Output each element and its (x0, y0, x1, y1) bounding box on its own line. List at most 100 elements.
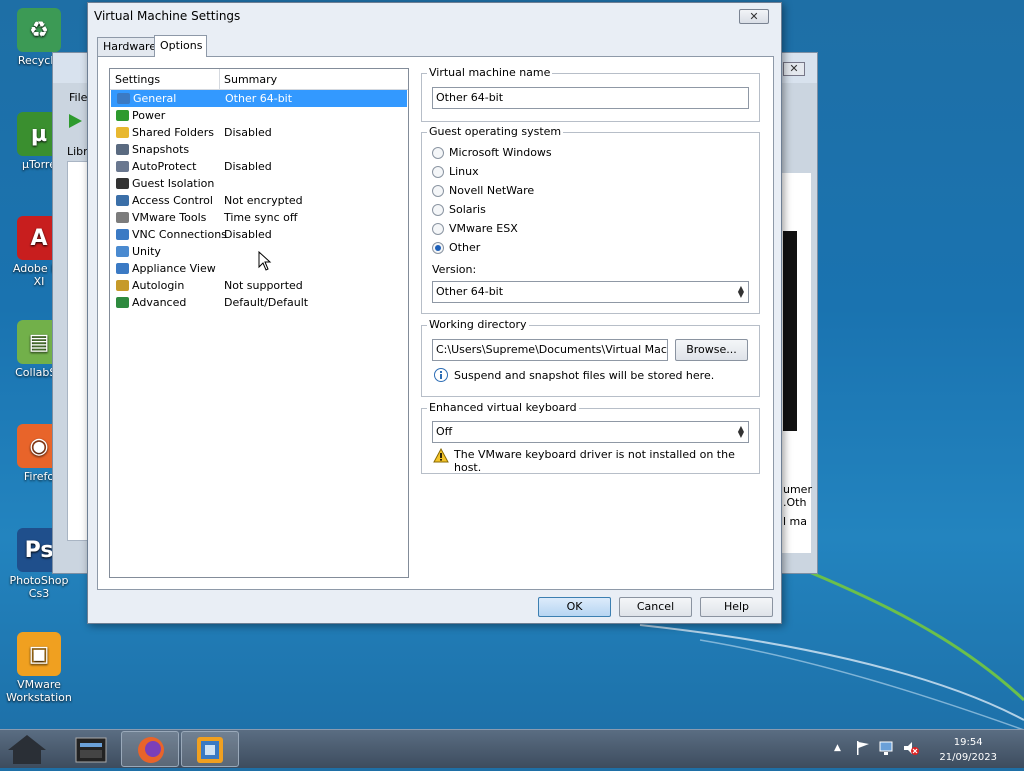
ok-button[interactable]: OK (538, 597, 611, 617)
background-menu-file[interactable]: File (69, 91, 87, 104)
settings-row-summary: Default/Default (224, 296, 309, 309)
settings-row-power[interactable]: Power (110, 107, 408, 124)
volume-muted-icon[interactable] (902, 740, 920, 759)
settings-row-guest-isolation[interactable]: Guest Isolation (110, 175, 408, 192)
settings-row-autologin[interactable]: Autologin Not supported (110, 277, 408, 294)
desktop-icon-7[interactable]: ▣ VMware Workstation (0, 632, 78, 704)
mouse-cursor-icon (258, 251, 272, 271)
settings-list-header: Settings Summary (110, 69, 408, 90)
radio-label: Linux (449, 165, 479, 178)
column-summary[interactable]: Summary (224, 73, 277, 86)
settings-row-summary: Disabled (224, 160, 272, 173)
settings-row-vmware-tools[interactable]: VMware Tools Time sync off (110, 209, 408, 226)
taskbar-firefox-icon[interactable] (121, 731, 179, 767)
cancel-button[interactable]: Cancel (619, 597, 692, 617)
settings-row-name: Power (132, 109, 166, 122)
background-window-close-icon[interactable]: ✕ (783, 62, 805, 76)
desktop-app-icon: ▣ (17, 632, 61, 676)
radio-button-icon[interactable] (432, 223, 444, 235)
background-side-text-2: .Oth (783, 496, 807, 509)
radio-button-icon[interactable] (432, 147, 444, 159)
window-icon (115, 244, 130, 259)
background-side-text-1: umer (783, 483, 812, 496)
settings-row-name: Snapshots (132, 143, 190, 156)
settings-row-snapshots[interactable]: Snapshots (110, 141, 408, 158)
flag-icon[interactable] (855, 740, 871, 759)
taskbar: ▲ 19:54 21/09/2023 (0, 729, 1024, 768)
radio-button-icon[interactable] (432, 185, 444, 197)
vm-name-group: Virtual machine name Other 64-bit (421, 66, 760, 122)
background-preview-box (783, 231, 797, 431)
background-play-icon[interactable] (67, 113, 83, 129)
version-label: Version: (432, 263, 477, 276)
settings-row-summary: Disabled (224, 228, 272, 241)
column-settings[interactable]: Settings (115, 73, 160, 86)
desktop-icon-label: VMware (17, 678, 61, 691)
radio-button-icon[interactable] (432, 204, 444, 216)
settings-list[interactable]: Settings Summary General Other 64-bit Powe… (109, 68, 409, 578)
settings-row-name: Guest Isolation (132, 177, 215, 190)
settings-row-summary: Not encrypted (224, 194, 303, 207)
version-select-value: Other 64-bit (436, 285, 504, 298)
radio-button-icon[interactable] (432, 242, 444, 254)
settings-row-general[interactable]: General Other 64-bit (111, 90, 407, 107)
settings-row-name: Advanced (132, 296, 187, 309)
desktop-app-icon: ♻ (17, 8, 61, 52)
settings-row-autoprotect[interactable]: AutoProtect Disabled (110, 158, 408, 175)
tray-expand-icon[interactable]: ▲ (834, 743, 841, 753)
settings-row-summary: Not supported (224, 279, 303, 292)
warning-icon (433, 447, 449, 463)
settings-row-shared-folders[interactable]: Shared Folders Disabled (110, 124, 408, 141)
desktop-icon-label: Cs3 (28, 587, 50, 600)
settings-row-vnc-connections[interactable]: VNC Connections Disabled (110, 226, 408, 243)
info-icon (434, 368, 448, 382)
spin-arrows-icon: ▲ ▼ (737, 284, 744, 299)
chart-icon (115, 295, 130, 310)
clock-date: 21/09/2023 (939, 752, 997, 763)
settings-row-name: VNC Connections (132, 228, 227, 241)
taskbar-vmware-icon[interactable] (181, 731, 239, 767)
radio-label: Solaris (449, 203, 486, 216)
desktop-icon-label: Workstation (6, 691, 72, 704)
keyboard-legend: Enhanced virtual keyboard (427, 401, 579, 414)
clock-icon (115, 159, 130, 174)
settings-row-name: Shared Folders (132, 126, 214, 139)
version-select[interactable]: Other 64-bit ▲ ▼ (432, 281, 749, 303)
browse-button[interactable]: Browse... (675, 339, 748, 361)
keyboard-select-value: Off (436, 425, 453, 438)
dialog-title: Virtual Machine Settings (94, 9, 241, 23)
home-icon[interactable] (2, 731, 52, 767)
clock-time: 19:54 (953, 737, 983, 748)
help-button[interactable]: Help (700, 597, 773, 617)
settings-row-name: Access Control (132, 194, 213, 207)
options-panel: Settings Summary General Other 64-bit Powe… (97, 56, 774, 590)
radio-label: Microsoft Windows (449, 146, 552, 159)
settings-row-summary: Disabled (224, 126, 272, 139)
background-side-text-3: l ma (783, 515, 808, 528)
settings-row-name: VMware Tools (132, 211, 207, 224)
settings-row-access-control[interactable]: Access Control Not encrypted (110, 192, 408, 209)
network-icon[interactable] (878, 740, 896, 759)
settings-row-summary: Other 64-bit (225, 92, 293, 105)
radio-label: Other (449, 241, 481, 254)
vm-settings-dialog: Virtual Machine Settings ✕ Hardware Opti… (87, 2, 782, 624)
settings-row-advanced[interactable]: Advanced Default/Default (110, 294, 408, 311)
dialog-close-button[interactable]: ✕ (739, 9, 769, 24)
taskbar-file-manager-icon[interactable] (62, 731, 120, 767)
camera-icon (115, 142, 130, 157)
guest-os-legend: Guest operating system (427, 125, 564, 138)
vm-icon (115, 210, 130, 225)
keyboard-select[interactable]: Off ▲ ▼ (432, 421, 749, 443)
taskbar-clock[interactable]: 19:54 21/09/2023 (939, 735, 997, 765)
tab-options[interactable]: Options (154, 35, 207, 57)
settings-row-name: Unity (132, 245, 161, 258)
settings-row-summary: Time sync off (224, 211, 298, 224)
settings-row-name: General (133, 92, 177, 105)
user-icon (115, 278, 130, 293)
working-directory-group: Working directory C:\Users\Supreme\Docum… (421, 318, 760, 397)
tab-hardware[interactable]: Hardware (97, 37, 156, 57)
vm-name-input[interactable]: Other 64-bit (432, 87, 749, 109)
radio-button-icon[interactable] (432, 166, 444, 178)
working-directory-input[interactable]: C:\Users\Supreme\Documents\Virtual Machi… (432, 339, 668, 361)
play-icon (115, 108, 130, 123)
